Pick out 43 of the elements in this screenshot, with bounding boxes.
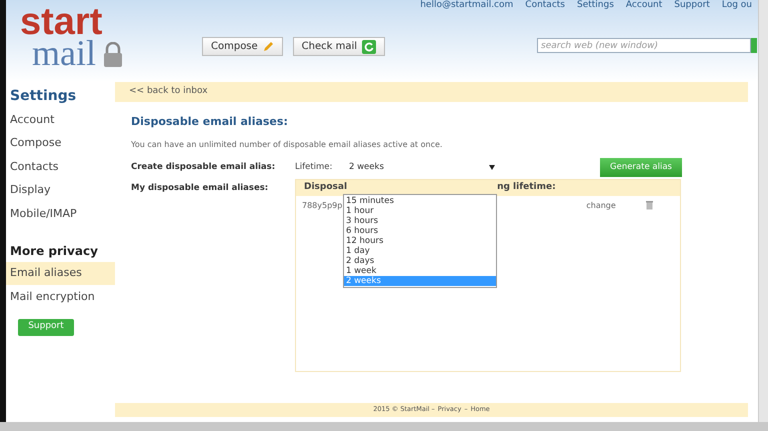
dropdown-option[interactable]: 6 hours	[344, 226, 496, 236]
logo-mail: mail	[32, 38, 96, 68]
logo-start: start	[20, 6, 102, 38]
top-link[interactable]: Log ou	[722, 0, 752, 11]
lifetime-label: Lifetime:	[295, 161, 334, 174]
dropdown-option[interactable]: 1 hour	[344, 206, 496, 216]
dropdown-option[interactable]: 2 days	[344, 256, 496, 266]
sidebar-item[interactable]: Account	[6, 108, 115, 132]
my-aliases-label: My disposable email aliases:	[131, 182, 270, 194]
dropdown-option[interactable]: 1 week	[344, 266, 496, 276]
dropdown-option[interactable]: 12 hours	[344, 236, 496, 246]
top-link[interactable]: Contacts	[525, 0, 565, 11]
dropdown-option[interactable]: 15 minutes	[344, 196, 496, 206]
section-heading: Disposable email aliases:	[131, 114, 289, 130]
header-text: ng lifetime:	[497, 180, 556, 194]
sidebar-item[interactable]: Compose	[6, 132, 115, 155]
top-link[interactable]: Support	[674, 0, 710, 11]
compose-button[interactable]: Compose	[202, 37, 283, 56]
top-link[interactable]: Settings	[577, 0, 614, 11]
padlock-icon	[103, 42, 124, 68]
sidebar-item[interactable]: Contacts	[6, 155, 115, 178]
top-link[interactable]: hello@startmail.com	[420, 0, 514, 11]
pencil-icon	[262, 41, 274, 52]
sidebar-item[interactable]: Display	[6, 178, 115, 202]
create-label: Create disposable email alias:	[131, 161, 276, 174]
header-text: Disposal	[304, 180, 348, 194]
description-text: You can have an unlimited number of disposable email aliases active at once.	[131, 138, 444, 150]
sidebar-item[interactable]: Email aliases	[6, 262, 115, 285]
search-field[interactable]: search web (new window)	[537, 38, 751, 53]
alias-address: 788y5p9p	[302, 200, 342, 212]
dropdown-option[interactable]: 3 hours	[344, 216, 496, 226]
sidebar-item[interactable]: Mobile/IMAP	[6, 202, 115, 226]
dropdown-option[interactable]: 1 day	[344, 246, 496, 256]
back-link[interactable]: << back to inbox	[129, 85, 208, 99]
sidebar-item[interactable]: Mail encryption	[6, 285, 115, 308]
sidebar-title: Settings	[9, 87, 78, 106]
section-title: More privacy	[9, 242, 99, 260]
check-mail-button[interactable]: Check mail	[292, 37, 386, 56]
top-link[interactable]: Account	[626, 0, 662, 11]
refresh-icon	[362, 40, 376, 54]
caret-icon	[489, 165, 495, 170]
trash-icon[interactable]	[646, 201, 653, 210]
change-link[interactable]: change	[586, 200, 616, 212]
